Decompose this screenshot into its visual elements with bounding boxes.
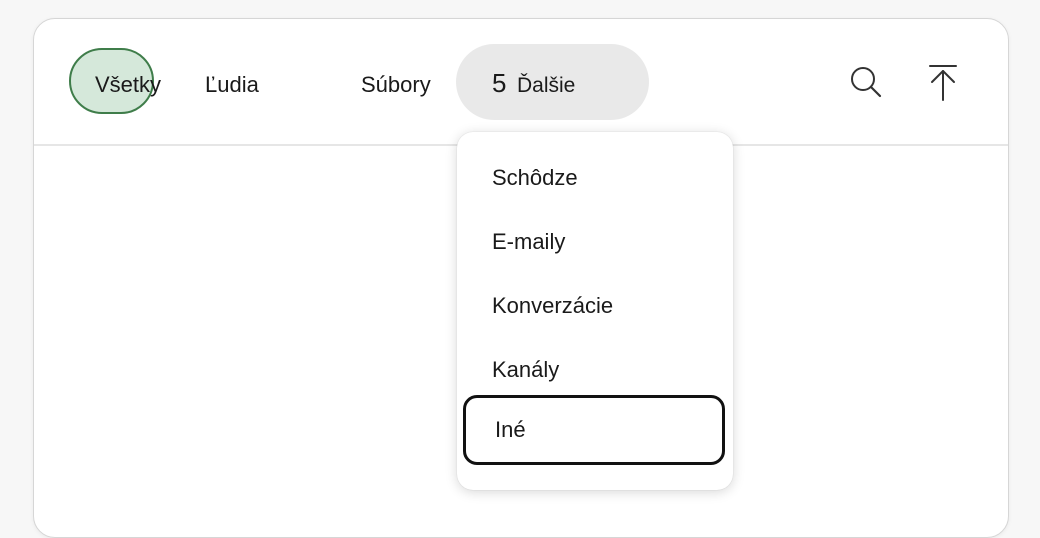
more-count-badge: 5: [492, 68, 507, 98]
more-tabs-dropdown: Schôdze E-maily Konverzácie Kanály Iné: [457, 132, 733, 490]
search-results-panel: Všetky Ľudia Súbory 5 Ďalšie Schôdze E-m…: [33, 18, 1009, 538]
scroll-to-top-button[interactable]: [921, 60, 965, 104]
more-tabs-label: Ďalšie: [517, 74, 576, 97]
search-button[interactable]: [844, 60, 888, 104]
menu-item-emails[interactable]: E-maily: [457, 210, 733, 274]
menu-item-other[interactable]: Iné: [463, 395, 725, 465]
arrow-up-to-line-icon: [929, 65, 957, 101]
menu-item-meetings[interactable]: Schôdze: [457, 146, 733, 210]
tab-files[interactable]: Súbory: [361, 74, 431, 96]
menu-item-conversations[interactable]: Konverzácie: [457, 274, 733, 338]
tab-all[interactable]: Všetky: [95, 74, 161, 96]
search-icon: [851, 67, 882, 98]
menu-item-channels[interactable]: Kanály: [457, 338, 733, 402]
tab-people[interactable]: Ľudia: [205, 74, 259, 96]
